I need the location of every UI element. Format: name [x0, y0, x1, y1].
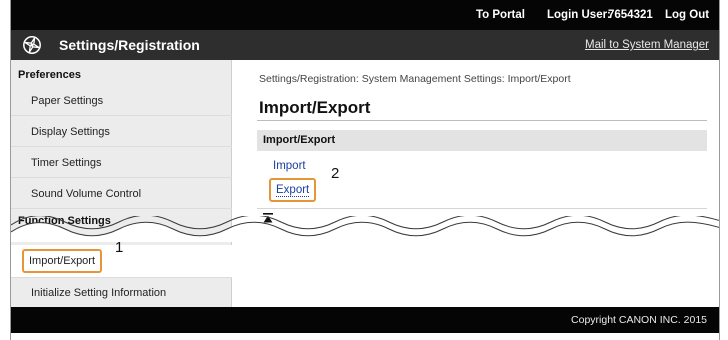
browser-frame: To Portal Login User: 7654321 Log Out Se…: [10, 0, 720, 340]
footer: Copyright CANON INC. 2015: [11, 307, 719, 333]
sidebar-item-display-settings[interactable]: Display Settings: [11, 117, 232, 147]
breadcrumb: Settings/Registration: System Management…: [259, 73, 571, 85]
import-link[interactable]: Import: [273, 160, 306, 172]
page-title: Import/Export: [259, 98, 371, 117]
bottom-margin: [11, 333, 719, 340]
export-link[interactable]: Export: [269, 178, 317, 202]
app-title: Settings/Registration: [59, 37, 200, 53]
sidebar-item-paper-settings[interactable]: Paper Settings: [11, 86, 232, 116]
mail-to-system-manager-link[interactable]: Mail to System Manager: [585, 39, 709, 51]
section-header-import-export: Import/Export: [257, 130, 707, 151]
sidebar-heading-preferences: Preferences: [18, 69, 81, 81]
sidebar-item-import-export-label: Import/Export: [22, 249, 103, 273]
sidebar-item-initialize-setting-information[interactable]: Initialize Setting Information: [11, 278, 232, 308]
main-content: Settings/Registration: System Management…: [233, 60, 719, 307]
login-user-label: Login User:: [547, 9, 611, 21]
log-out-link[interactable]: Log Out: [665, 9, 709, 21]
page-break-wave: [11, 216, 719, 242]
top-bar: To Portal Login User: 7654321 Log Out: [11, 0, 719, 30]
callout-number-2: 2: [331, 165, 340, 182]
sidebar-item-sound-volume-control[interactable]: Sound Volume Control: [11, 179, 232, 209]
title-bar: Settings/Registration Mail to System Man…: [11, 30, 719, 60]
export-link-label: Export: [276, 184, 310, 197]
login-user-id: 7654321: [608, 9, 653, 21]
settings-gear-icon: [23, 36, 41, 54]
to-portal-link[interactable]: To Portal: [476, 9, 525, 21]
title-divider: [257, 120, 707, 121]
sidebar-item-timer-settings[interactable]: Timer Settings: [11, 148, 232, 178]
sidebar: Preferences Paper Settings Display Setti…: [11, 60, 232, 308]
section-divider: [257, 208, 707, 209]
copyright-text: Copyright CANON INC. 2015: [571, 314, 707, 326]
